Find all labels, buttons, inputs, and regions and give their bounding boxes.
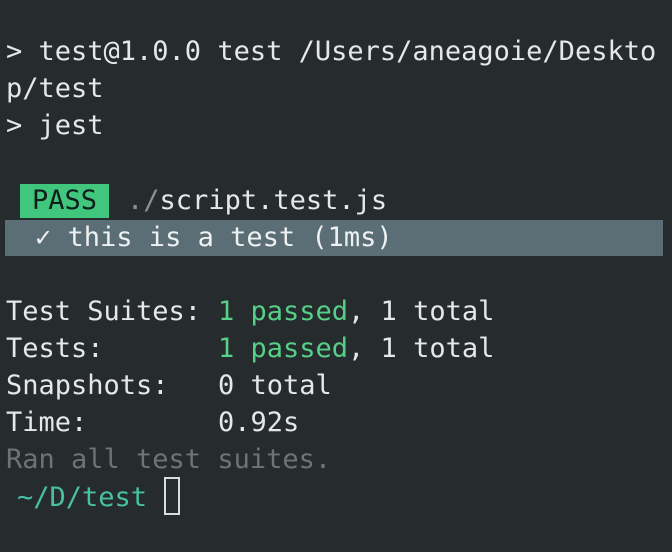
jest-command-line: > jest	[6, 110, 104, 141]
test-file-dir: ./	[127, 185, 160, 216]
snapshots-label: Snapshots:	[6, 370, 169, 401]
summary-tests: Tests: 1 passed, 1 total	[6, 331, 494, 367]
summary-snapshots: Snapshots: 0 total	[6, 368, 332, 404]
tests-total: , 1 total	[348, 333, 495, 364]
suites-passed: 1 passed	[218, 296, 349, 327]
snapshots-value: 0 total	[218, 370, 332, 401]
shell-prompt[interactable]: ~/D/test	[0, 477, 181, 515]
summary-time: Time: 0.92s	[6, 405, 299, 441]
terminal-window[interactable]: > test@1.0.0 test /Users/aneagoie/Deskto…	[0, 0, 672, 552]
summary-suites: Test Suites: 1 passed, 1 total	[6, 294, 494, 330]
cursor-block	[164, 477, 181, 515]
test-file-result: PASS ./script.test.js	[7, 183, 387, 219]
time-value: 0.92s	[218, 407, 300, 438]
checkmark-icon: ✓	[35, 222, 52, 253]
time-label: Time:	[6, 407, 88, 438]
tests-passed: 1 passed	[218, 333, 349, 364]
tests-label: Tests:	[6, 333, 104, 364]
test-case-row: ✓ this is a test (1ms)	[5, 220, 663, 256]
prompt-path: ~/D/test	[17, 481, 148, 513]
npm-script-line: > test@1.0.0 test /Users/aneagoie/Deskto	[6, 36, 657, 67]
test-case-name: this is a test (1ms)	[67, 222, 393, 253]
suites-label: Test Suites:	[6, 296, 202, 327]
npm-script-line-wrap: p/test	[6, 73, 104, 104]
test-file-name: script.test.js	[159, 185, 388, 216]
pass-badge: PASS	[20, 184, 110, 218]
ran-all-message: Ran all test suites.	[6, 444, 332, 475]
suites-total: , 1 total	[348, 296, 495, 327]
